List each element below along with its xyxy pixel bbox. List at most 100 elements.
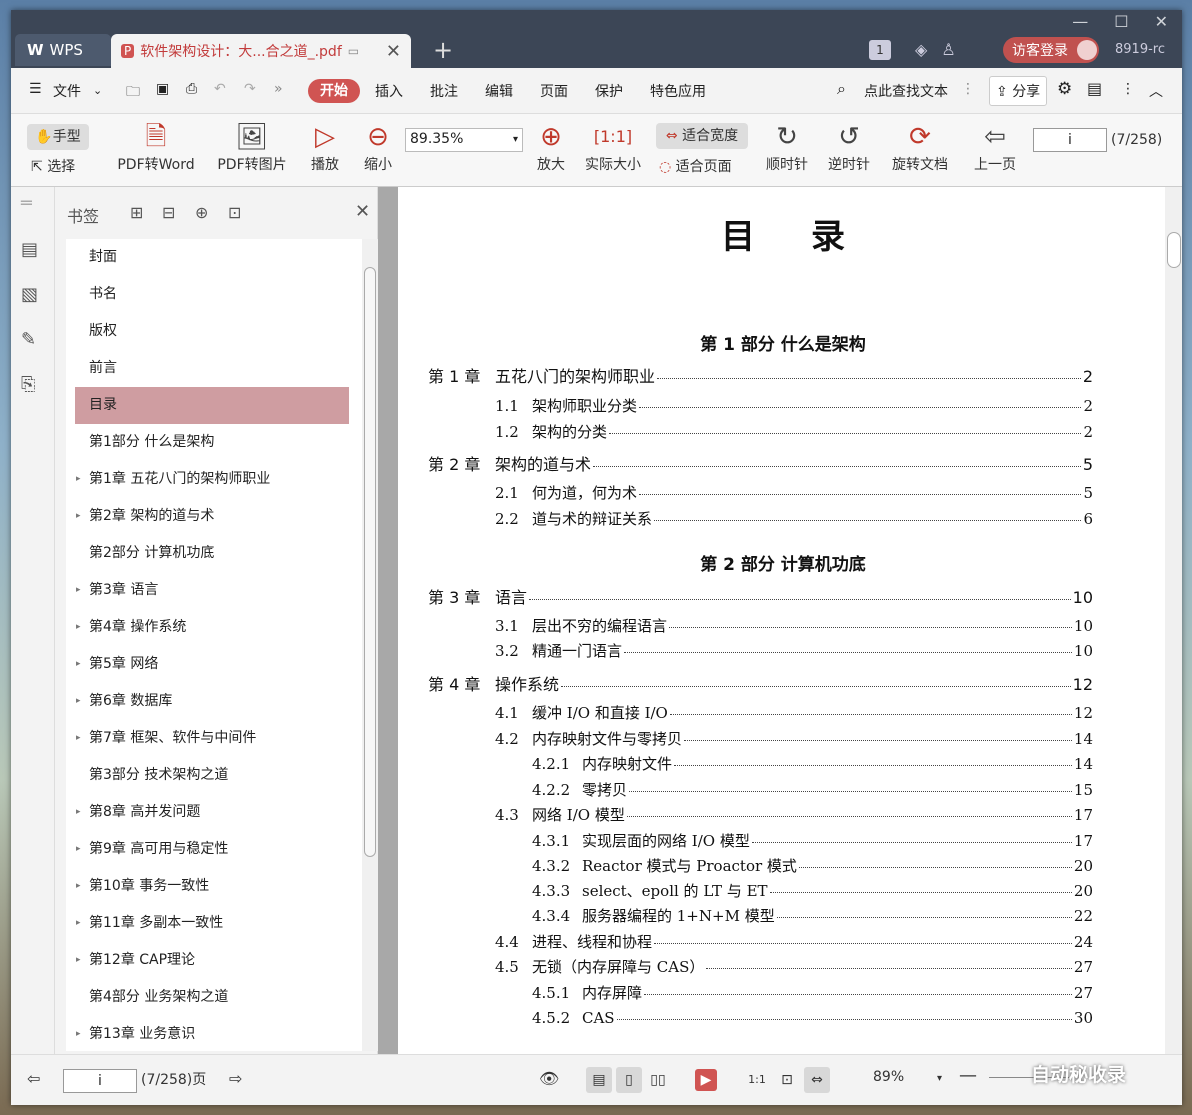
bookmark-item[interactable]: 第3部分 技术架构之道 (66, 757, 362, 794)
bookmark-item[interactable]: ▸ 第10章 事务一致性 (66, 868, 362, 905)
bookmark-item[interactable]: ▸ 第7章 框架、软件与中间件 (66, 720, 362, 757)
toc-chapter[interactable]: 第 1 章五花八门的架构师职业 2 (428, 363, 1093, 387)
bookmark-item[interactable]: ▸ 第1章 五花八门的架构师职业 (66, 461, 362, 498)
toc-chapter[interactable]: 第 3 章语言 10 (428, 584, 1093, 608)
prev-page-icon[interactable]: ⇦ (27, 1069, 40, 1088)
gear-icon[interactable]: ⚙ (1057, 79, 1072, 99)
actual-size-button[interactable]: [1:1] 实际大小 (581, 120, 645, 174)
tab-start[interactable]: 开始 (308, 79, 360, 103)
share-button[interactable]: ⇪ 分享 (989, 76, 1048, 106)
double-page-view-icon[interactable]: ▯▯ (645, 1067, 671, 1093)
pdf-to-word-button[interactable]: 🗎 PDF转Word (114, 120, 198, 174)
bookmark-item[interactable]: 第4部分 业务架构之道 (66, 979, 362, 1016)
bookmark-item[interactable]: ▸ 第11章 多副本一致性 (66, 905, 362, 942)
hand-tool-button[interactable]: ✋手型 (27, 124, 89, 150)
rotate-cw-button[interactable]: ↻ 顺时针 (763, 120, 811, 174)
tab-edit[interactable]: 编辑 (485, 81, 513, 101)
expand-arrow-icon[interactable]: ▸ (76, 461, 81, 498)
expand-arrow-icon[interactable]: ▸ (76, 572, 81, 609)
tab-insert[interactable]: 插入 (375, 81, 403, 101)
zoom-dropdown-icon[interactable]: ▾ (937, 1073, 942, 1084)
skin-icon[interactable]: ◈ (915, 40, 927, 59)
tab-special[interactable]: 特色应用 (650, 81, 706, 101)
expand-arrow-icon[interactable]: ▸ (76, 609, 81, 646)
toc-entry[interactable]: 2.2 道与术的辩证关系 6 (495, 508, 1093, 529)
page-view-icon[interactable]: ▯ (616, 1067, 642, 1093)
kebab-icon[interactable]: ⋮ (961, 81, 975, 97)
bookmark-nav-icon[interactable]: ⎘ (21, 374, 35, 395)
expand-arrow-icon[interactable]: ▸ (76, 1016, 81, 1051)
new-tab-icon[interactable]: + (433, 36, 453, 64)
toc-entry[interactable]: 3.1 层出不穷的编程语言 10 (495, 615, 1093, 636)
toc-entry[interactable]: 4.5.1 内存屏障 27 (532, 982, 1093, 1003)
fit-width-button[interactable]: ⇔ 适合宽度 (656, 123, 748, 149)
play-icon[interactable]: ▶ (695, 1069, 717, 1091)
window-count-badge[interactable]: 1 (869, 40, 891, 60)
toc-entry[interactable]: 4.3.1 实现层面的网络 I/O 模型 17 (532, 830, 1093, 851)
more-vertical-icon[interactable]: ⋮ (1121, 81, 1135, 97)
bookmark-item[interactable]: 第2部分 计算机功底 (66, 535, 362, 572)
wps-home-tab[interactable]: W WPS (15, 34, 111, 66)
outline-icon[interactable]: ▤ (21, 239, 38, 260)
expand-arrow-icon[interactable]: ▸ (76, 498, 81, 535)
bookmark-item[interactable]: 书名 (66, 276, 362, 313)
expand-arrow-icon[interactable]: ▸ (76, 646, 81, 683)
zoom-in-button[interactable]: ⊕ 放大 (534, 120, 568, 174)
toc-entry[interactable]: 4.5 无锁（内存屏障与 CAS） 27 (495, 956, 1093, 977)
toc-entry[interactable]: 4.3.3 select、epoll 的 LT 与 ET 20 (532, 880, 1093, 901)
search-icon[interactable]: ⌕ (837, 79, 846, 99)
bookmark-item[interactable]: ▸ 第2章 架构的道与术 (66, 498, 362, 535)
comment-icon[interactable]: ▤ (1087, 79, 1102, 98)
toc-entry[interactable]: 4.2.2 零拷贝 15 (532, 779, 1093, 800)
toc-entry[interactable]: 2.1 何为道，何为术 5 (495, 482, 1093, 503)
page-number-input[interactable]: i (1033, 128, 1107, 152)
zoom-select[interactable]: 89.35% ▾ (405, 128, 523, 152)
expand-arrow-icon[interactable]: ▸ (76, 720, 81, 757)
search-text-button[interactable]: 点此查找文本 (864, 81, 948, 101)
fit-page-icon[interactable]: ⊡ (774, 1067, 800, 1093)
bookmark-item[interactable]: ▸ 第12章 CAP理论 (66, 942, 362, 979)
bookmark-item[interactable]: 版权 (66, 313, 362, 350)
toc-entry[interactable]: 4.5.2 CAS 30 (532, 1009, 1093, 1027)
shirt-icon[interactable]: ♙ (941, 40, 955, 59)
expand-all-icon[interactable]: ⊞ (130, 203, 143, 222)
print-icon[interactable]: ⎙ (186, 81, 197, 97)
toc-entry[interactable]: 1.1 架构师职业分类 2 (495, 395, 1093, 416)
bookmark-item[interactable]: ▸ 第13章 业务意识 (66, 1016, 362, 1051)
drag-handle-icon[interactable]: ═ (21, 193, 32, 214)
open-icon[interactable]: 🗀 (126, 81, 140, 105)
expand-arrow-icon[interactable]: ▸ (76, 868, 81, 905)
toc-entry[interactable]: 4.3.4 服务器编程的 1+N+M 模型 22 (532, 905, 1093, 926)
expand-arrow-icon[interactable]: ▸ (76, 794, 81, 831)
expand-arrow-icon[interactable]: ▸ (76, 905, 81, 942)
toc-chapter[interactable]: 第 2 章架构的道与术 5 (428, 451, 1093, 475)
document-scrollbar[interactable] (1165, 187, 1182, 1054)
bookmark-settings-icon[interactable]: ⊡ (228, 203, 241, 222)
more-icon[interactable]: » (274, 81, 283, 97)
document-tab[interactable]: P 软件架构设计：大...合之道_.pdf ▭ ✕ (111, 34, 411, 68)
bookmark-item[interactable]: ▸ 第4章 操作系统 (66, 609, 362, 646)
annotation-icon[interactable]: ✎ (21, 329, 36, 350)
next-page-icon[interactable]: ⇨ (229, 1069, 242, 1088)
toc-entry[interactable]: 3.2 精通一门语言 10 (495, 640, 1093, 661)
zoom-out-button[interactable]: ⊖ 缩小 (361, 120, 395, 174)
visitor-login-button[interactable]: 访客登录 (1003, 37, 1099, 63)
actual-size-icon[interactable]: 1:1 (744, 1067, 770, 1093)
close-icon[interactable]: ✕ (1155, 12, 1168, 31)
tab-protect[interactable]: 保护 (595, 81, 623, 101)
toc-entry[interactable]: 1.2 架构的分类 2 (495, 421, 1093, 442)
bookmark-item[interactable]: ▸ 第9章 高可用与稳定性 (66, 831, 362, 868)
eye-icon[interactable]: 👁 (539, 1069, 559, 1088)
hamburger-icon[interactable]: ☰ (29, 81, 42, 97)
pdf-to-image-button[interactable]: 🖼 PDF转图片 (214, 120, 290, 174)
tab-annotate[interactable]: 批注 (430, 81, 458, 101)
collapse-all-icon[interactable]: ⊟ (162, 203, 175, 222)
toc-chapter[interactable]: 第 4 章操作系统 12 (428, 671, 1093, 695)
tab-page[interactable]: 页面 (540, 81, 568, 101)
menu-file[interactable]: 文件 (53, 81, 81, 101)
bookmark-item[interactable]: ▸ 第3章 语言 (66, 572, 362, 609)
undo-icon[interactable]: ↶ (214, 81, 226, 97)
rotate-doc-button[interactable]: ⟳ 旋转文档 (889, 120, 951, 174)
bookmark-item[interactable]: 前言 (66, 350, 362, 387)
expand-arrow-icon[interactable]: ▸ (76, 683, 81, 720)
